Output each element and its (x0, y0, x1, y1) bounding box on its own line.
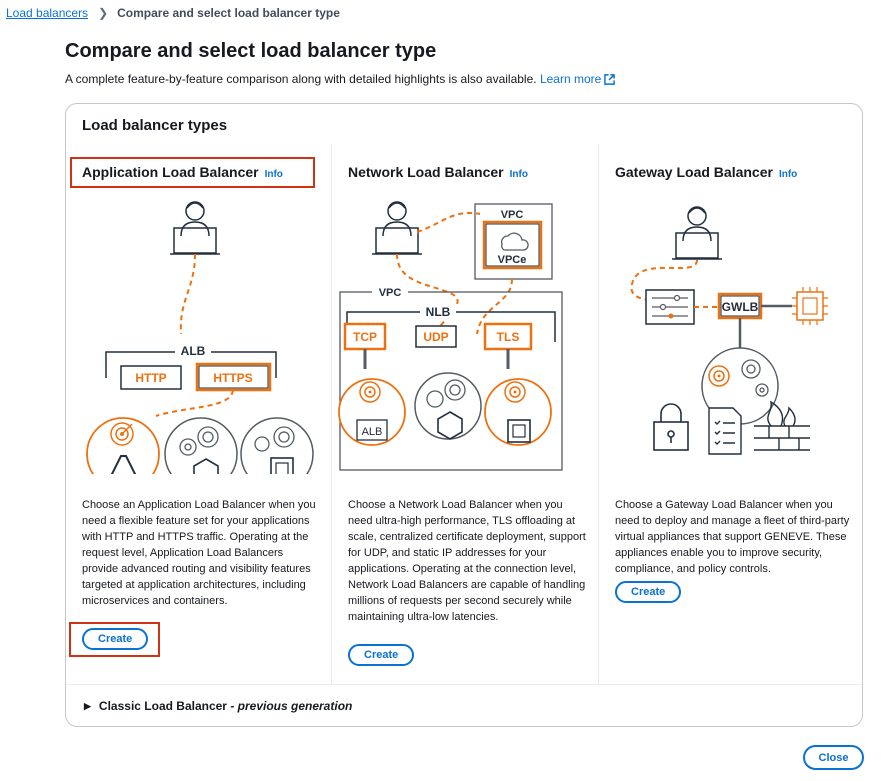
container-title: Load balancer types (82, 117, 228, 134)
page-subtitle: A complete feature-by-feature comparison… (65, 72, 616, 86)
gwlb-create-button[interactable]: Create (615, 581, 682, 603)
alb-info-link[interactable]: Info (265, 169, 283, 180)
alb-card: Application Load Balancer Info ALB HTTP H… (66, 144, 331, 684)
gwlb-diagram: GWLB (630, 206, 828, 455)
gwlb-title: Gateway Load Balancer Info (615, 164, 797, 180)
nlb-alb-target-label: ALB (362, 426, 383, 438)
nlb-vpc-top-label: VPC (501, 209, 524, 221)
gwlb-info-link[interactable]: Info (779, 169, 797, 180)
nlb-group-label: NLB (426, 305, 451, 319)
alb-title-text: Application Load Balancer (82, 164, 259, 180)
nlb-card: Network Load Balancer Info VPC VPCe VPC (331, 144, 599, 684)
classic-label: Classic Load Balancer - (98, 699, 235, 713)
lock-icon (653, 403, 689, 451)
gwlb-title-text: Gateway Load Balancer (615, 164, 773, 180)
chevron-right-icon: ❯ (98, 6, 109, 20)
container-target-icon (414, 372, 482, 440)
user-laptop-icon (372, 201, 422, 255)
alb-target-icon: ALB (338, 378, 406, 446)
nlb-description: Choose a Network Load Balancer when you … (348, 499, 586, 623)
nlb-vpce-label: VPCe (498, 254, 527, 266)
user-laptop-icon (672, 206, 722, 260)
gwlb-description: Choose a Gateway Load Balancer when you … (615, 499, 850, 575)
page-title: Compare and select load balancer type (65, 40, 437, 62)
close-button[interactable]: Close (803, 745, 864, 770)
subtitle-text: A complete feature-by-feature comparison… (65, 72, 537, 86)
breadcrumb-current: Compare and select load balancer type (117, 6, 340, 20)
section-divider (66, 684, 862, 685)
nlb-udp-label: UDP (423, 330, 448, 344)
breadcrumb-load-balancers-link[interactable]: Load balancers (6, 6, 88, 20)
nlb-vpc-label: VPC (379, 287, 402, 299)
gwlb-card: Gateway Load Balancer Info GWLB Choose a… (598, 144, 865, 684)
nlb-create-button[interactable]: Create (348, 644, 415, 666)
instance-target-icon (240, 417, 314, 474)
nlb-info-link[interactable]: Info (510, 169, 528, 180)
alb-http-label: HTTP (135, 371, 166, 385)
alb-description: Choose an Application Load Balancer when… (82, 499, 316, 607)
learn-more-label: Learn more (539, 72, 602, 86)
classic-suffix: previous generation (237, 699, 353, 713)
instance-target-icon (484, 378, 552, 446)
external-link-icon (604, 74, 616, 85)
lambda-target-icon (86, 417, 160, 474)
gwlb-label: GWLB (722, 300, 759, 314)
alb-create-button[interactable]: Create (82, 628, 149, 650)
nlb-title: Network Load Balancer Info (348, 164, 528, 180)
alb-https-label: HTTPS (213, 371, 252, 385)
appliance-icon (645, 289, 695, 325)
nlb-diagram: VPC VPCe VPC NLB TCP UDP TLS ALB (338, 201, 563, 471)
checklist-icon (708, 407, 742, 455)
nlb-tls-label: TLS (497, 330, 520, 344)
nlb-tcp-label: TCP (353, 330, 377, 344)
alb-group-label: ALB (181, 344, 206, 358)
user-laptop-icon (170, 201, 220, 255)
nlb-title-text: Network Load Balancer (348, 164, 504, 180)
caret-right-icon: ▶ (84, 700, 91, 711)
load-balancer-types-container: Load balancer types Application Load Bal… (65, 103, 863, 727)
container-target-icon (164, 417, 238, 474)
alb-title: Application Load Balancer Info (82, 164, 283, 180)
breadcrumb: Load balancers ❯ Compare and select load… (6, 6, 340, 20)
chip-icon (792, 287, 828, 325)
classic-load-balancer-expander[interactable]: ▶ Classic Load Balancer - previous gener… (84, 699, 352, 713)
learn-more-link[interactable]: Learn more (539, 72, 616, 86)
alb-diagram: ALB HTTP HTTPS (86, 201, 314, 474)
